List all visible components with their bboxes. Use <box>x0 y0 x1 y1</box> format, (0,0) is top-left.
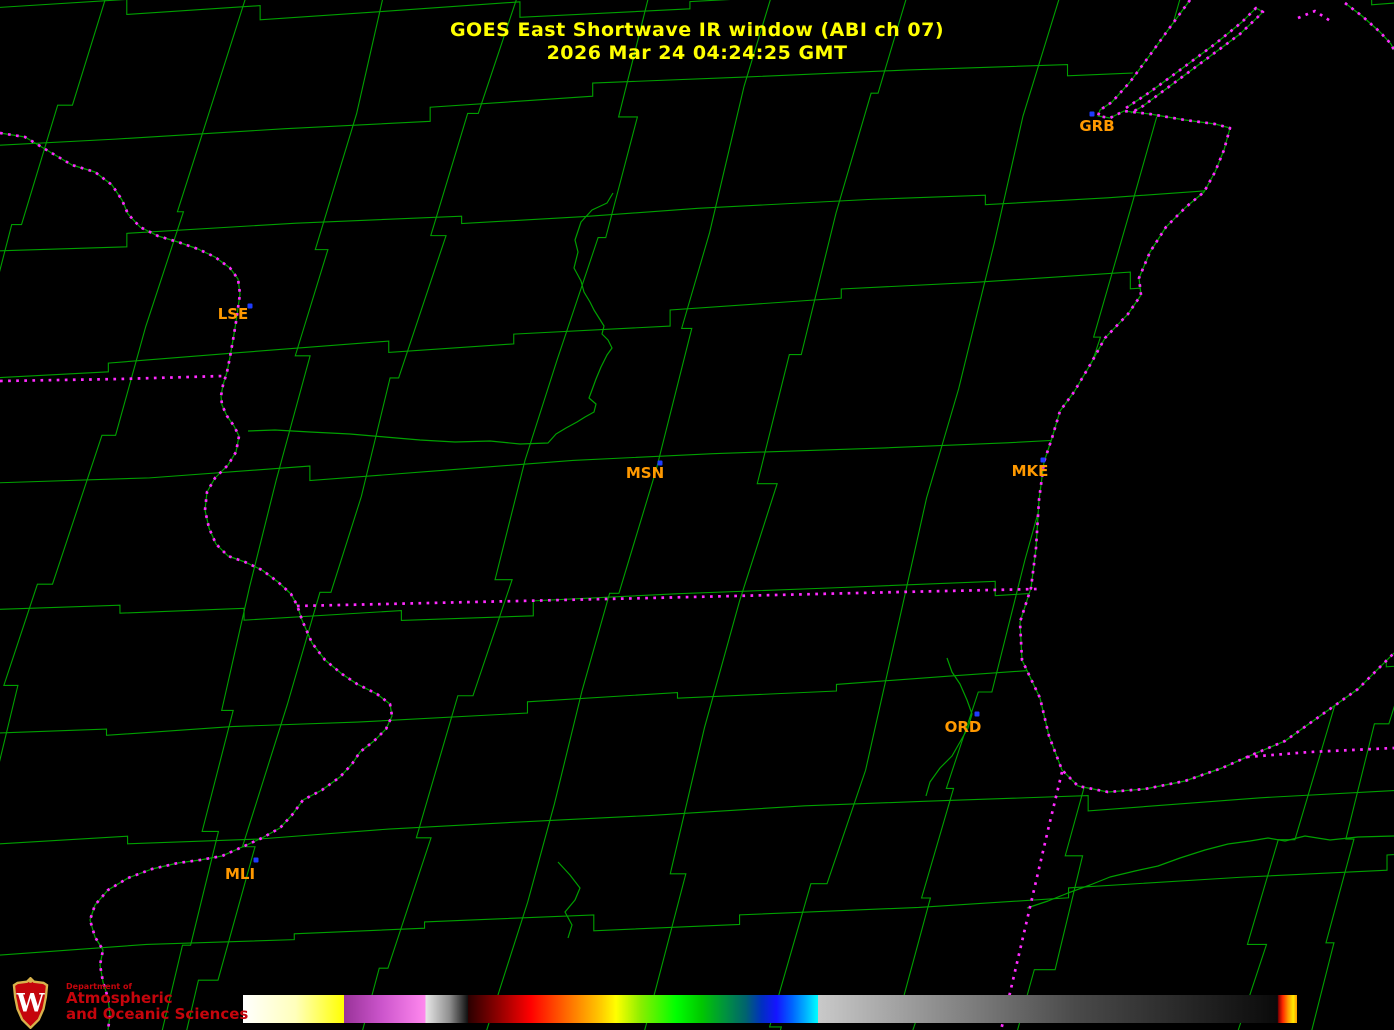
state-borders-dotted <box>0 0 1394 1030</box>
county-line <box>0 0 250 1030</box>
station-label-MLI: MLI <box>225 865 255 883</box>
county-line <box>334 0 652 1030</box>
ia-mn-border-dots <box>0 376 223 381</box>
lake-michigan-shore-dots <box>1020 0 1394 792</box>
lake-michigan-shore-line <box>1020 0 1394 792</box>
station-label-ORD: ORD <box>945 718 982 736</box>
station-label-LSE: LSE <box>218 305 249 323</box>
county-line <box>861 0 1184 1030</box>
uw-aos-logo: W Department of Atmospheric and Oceanic … <box>3 977 248 1029</box>
county-line <box>139 0 386 1030</box>
image-title: GOES East Shortwave IR window (ABI ch 07… <box>0 19 1394 65</box>
wi-il-border-dots <box>297 589 1037 606</box>
title-line1: GOES East Shortwave IR window (ABI ch 07… <box>0 19 1394 42</box>
station-markers: LSE GRB MSN MKE ORD MLI <box>218 112 1115 884</box>
title-line2: 2026 Mar 24 04:24:25 GMT <box>0 42 1394 65</box>
station-label-GRB: GRB <box>1079 117 1114 135</box>
station-label-MKE: MKE <box>1012 462 1049 480</box>
county-line <box>471 0 774 1030</box>
county-boundary-lines <box>0 0 1394 1030</box>
station-dot-ORD <box>975 712 980 717</box>
mississippi-river-border-dots <box>0 133 392 1030</box>
county-line <box>1228 0 1394 1030</box>
uw-crest-icon: W <box>3 977 58 1029</box>
county-line <box>0 59 1394 146</box>
small-river-line <box>558 862 580 938</box>
county-line <box>0 0 1394 20</box>
map-canvas: LSE GRB MSN MKE ORD MLI <box>0 0 1394 1030</box>
county-line <box>0 834 1394 957</box>
county-line <box>748 0 1064 1030</box>
in-mi-border-dots <box>1247 748 1394 757</box>
mississippi-river-border-line <box>0 133 392 1030</box>
county-line <box>622 0 910 1030</box>
svg-text:W: W <box>16 988 46 1017</box>
station-dot-MLI <box>254 858 259 863</box>
county-line <box>0 783 1394 845</box>
county-line <box>0 560 1394 620</box>
county-line <box>0 413 1394 484</box>
county-line <box>0 170 1394 252</box>
logo-name-line2: and Oceanic Sciences <box>66 1007 248 1023</box>
station-label-MSN: MSN <box>626 464 664 482</box>
rivers-and-shorelines <box>0 0 1394 1030</box>
satellite-image-viewer: LSE GRB MSN MKE ORD MLI GOES East Shortwave I… <box>0 0 1394 1030</box>
county-line <box>0 646 1394 735</box>
wisconsin-river-line <box>248 193 613 444</box>
station-dot-GRB <box>1090 112 1095 117</box>
colorbar <box>243 995 1297 1023</box>
